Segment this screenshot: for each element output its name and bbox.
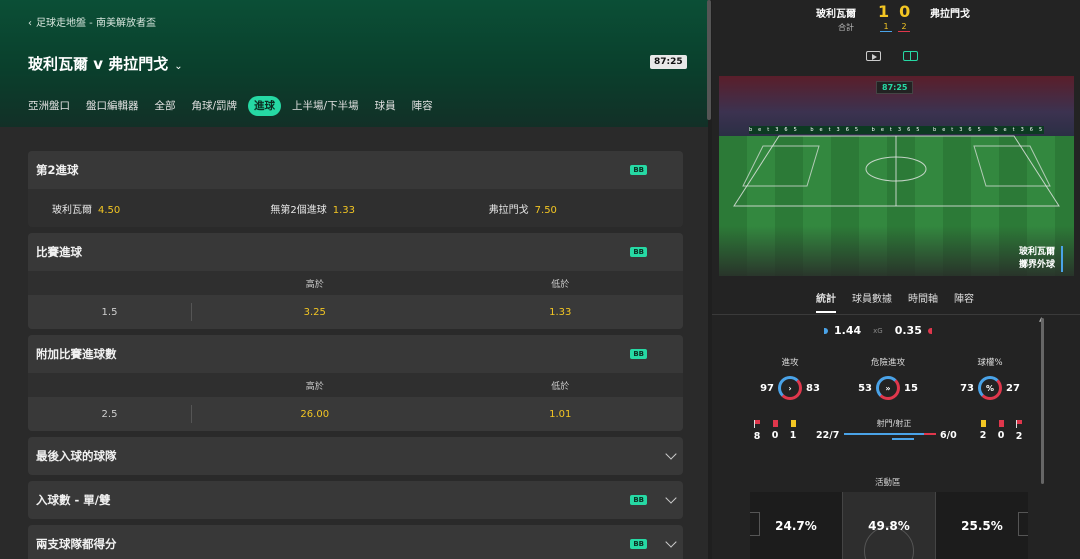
corner-flag-icon	[1015, 420, 1023, 428]
tab-players[interactable]: 球員	[375, 96, 396, 116]
market-second-goal: 第2進球 BB 玻利瓦爾 4.50 無第2個進球 1.33 弗拉門戈 7.50	[28, 151, 683, 227]
market-header[interactable]: 最後入球的球隊	[28, 437, 683, 475]
odds-row: 1.5 3.25 1.33	[28, 295, 683, 329]
tab-all[interactable]: 全部	[155, 96, 176, 116]
away-total: 2	[898, 22, 910, 32]
total-label: 合計	[838, 23, 854, 32]
odds-option[interactable]: 玻利瓦爾 4.50	[28, 201, 246, 216]
percent-icon: %	[978, 376, 1002, 400]
markets-pane: ‹ 足球走地盤 - 南美解放者盃 玻利瓦爾 v 弗拉門戈 ⌄ 87:25 亞洲盤口 …	[0, 0, 708, 559]
bet-builder-badge: BB	[630, 495, 647, 505]
home-team-name: 玻利瓦爾	[816, 9, 856, 20]
market-header[interactable]: 入球數 - 單/雙 BB	[28, 481, 683, 519]
away-color-icon	[927, 327, 932, 334]
shots-bar	[844, 433, 936, 435]
away-team-name: 弗拉門戈	[930, 9, 970, 20]
chevron-left-icon: ‹	[28, 18, 32, 29]
odds-row: 2.5 26.00 1.01	[28, 397, 683, 431]
tab-asian[interactable]: 亞洲盤口	[28, 96, 70, 116]
red-card-icon	[998, 420, 1004, 427]
scoreboard: 玻利瓦爾 10 弗拉門戈 合計 1 2	[712, 0, 1080, 40]
tab-corners-cards[interactable]: 角球/罰牌	[192, 96, 238, 116]
match-clock: 87:25	[650, 55, 687, 69]
breadcrumb[interactable]: ‹ 足球走地盤 - 南美解放者盃	[28, 14, 156, 29]
chevron-right-icon: ›	[778, 376, 802, 400]
double-chevron-icon: »	[876, 376, 900, 400]
odds-over[interactable]: 3.25	[192, 307, 438, 318]
zone-middle: 49.8%	[842, 492, 936, 559]
odds-option[interactable]: 弗拉門戈 7.50	[465, 201, 683, 216]
chevron-down-icon	[665, 492, 677, 504]
score: 10	[878, 2, 921, 21]
kpi-attacks: 進攻 97 › 83	[750, 356, 830, 400]
video-play-icon[interactable]	[866, 51, 881, 61]
market-tabs: 亞洲盤口 盤口編輯器 全部 角球/罰牌 進球 上半場/下半場 球員 陣容	[28, 96, 433, 116]
tab-bet-builder[interactable]: 盤口編輯器	[86, 96, 139, 116]
match-title[interactable]: 玻利瓦爾 v 弗拉門戈 ⌄	[28, 53, 183, 74]
tab-halves[interactable]: 上半場/下半場	[292, 96, 359, 116]
away-cards: 2 0 2	[978, 420, 1024, 442]
column-headers: 高於 低於	[28, 271, 683, 295]
market-header[interactable]: 兩支球隊都得分 BB	[28, 525, 683, 559]
away-shots: 6/0	[940, 430, 957, 441]
market-odd-even: 入球數 - 單/雙 BB	[28, 481, 683, 519]
yellow-card-icon	[980, 420, 986, 427]
home-color-icon	[824, 327, 828, 334]
kpi-possession: 球權% 73% 27	[950, 356, 1030, 400]
market-header[interactable]: 比賽進球 BB	[28, 233, 683, 271]
match-tracker: 87:25 bet365 bet365 bet365 bet365 bet365…	[719, 76, 1074, 276]
tracker-event: 玻利瓦爾 擲界外球	[1019, 246, 1063, 272]
red-card-icon	[772, 420, 778, 427]
bet-builder-badge: BB	[630, 247, 647, 257]
market-match-goals: 比賽進球 BB 高於 低於 1.5 3.25 1.33	[28, 233, 683, 329]
tab-stats[interactable]: 統計	[816, 290, 836, 313]
market-list: 第2進球 BB 玻利瓦爾 4.50 無第2個進球 1.33 弗拉門戈 7.50 比賽進…	[28, 151, 683, 559]
match-live-pane: 玻利瓦爾 10 弗拉門戈 合計 1 2 87:25 bet365 bet365 …	[712, 0, 1080, 559]
market-alt-goals: 附加比賽進球數 BB 高於 低於 2.5 26.00 1.01	[28, 335, 683, 431]
yellow-card-icon	[790, 420, 796, 427]
odds-option[interactable]: 無第2個進球 1.33	[246, 201, 464, 216]
bet-builder-badge: BB	[630, 539, 647, 549]
odds-under[interactable]: 1.01	[438, 409, 684, 420]
odds-row: 玻利瓦爾 4.50 無第2個進球 1.33 弗拉門戈 7.50	[28, 189, 683, 227]
pitch-view-icon[interactable]	[903, 51, 918, 61]
column-headers: 高於 低於	[28, 373, 683, 397]
bet-builder-badge: BB	[630, 165, 647, 175]
tab-goals[interactable]: 進球	[248, 96, 282, 116]
right-scrollbar[interactable]	[1041, 318, 1044, 484]
shots-stat: 射門/射正	[842, 418, 946, 440]
chevron-down-icon: ⌄	[174, 61, 183, 72]
zone-left: 24.7%	[750, 492, 842, 559]
corner-flag-icon	[753, 420, 761, 428]
odds-over[interactable]: 26.00	[192, 409, 438, 420]
tab-player-stats[interactable]: 球員數據	[852, 290, 892, 313]
kpi-dangerous-attacks: 危險進攻 53» 15	[848, 356, 928, 400]
home-cards: 8 0 1	[752, 420, 798, 442]
left-scrollbar[interactable]	[707, 0, 711, 120]
market-header[interactable]: 附加比賽進球數 BB	[28, 335, 683, 373]
match-header: ‹ 足球走地盤 - 南美解放者盃 玻利瓦爾 v 弗拉門戈 ⌄ 87:25 亞洲盤口 …	[0, 0, 708, 127]
shots-on-target-bar	[892, 438, 914, 440]
tab-lineup[interactable]: 陣容	[954, 290, 974, 313]
media-toggle	[866, 51, 918, 61]
zone-right: 25.5%	[936, 492, 1028, 559]
tab-lineups[interactable]: 陣容	[412, 96, 433, 116]
activity-zones: 24.7% 49.8% 25.5%	[750, 492, 1028, 559]
market-last-team: 最後入球的球隊	[28, 437, 683, 475]
zone-label: 活動區	[875, 478, 901, 488]
tab-timeline[interactable]: 時間軸	[908, 290, 938, 313]
home-total: 1	[880, 22, 892, 32]
market-btts: 兩支球隊都得分 BB	[28, 525, 683, 559]
stat-tabs: 統計 球員數據 時間軸 陣容	[816, 290, 974, 313]
chevron-down-icon	[665, 448, 677, 460]
market-header[interactable]: 第2進球 BB	[28, 151, 683, 189]
odds-under[interactable]: 1.33	[438, 307, 684, 318]
home-shots: 22/7	[816, 430, 840, 441]
chevron-down-icon	[665, 536, 677, 548]
bet-builder-badge: BB	[630, 349, 647, 359]
xg-stat: 1.44 xG 0.35	[824, 324, 932, 337]
